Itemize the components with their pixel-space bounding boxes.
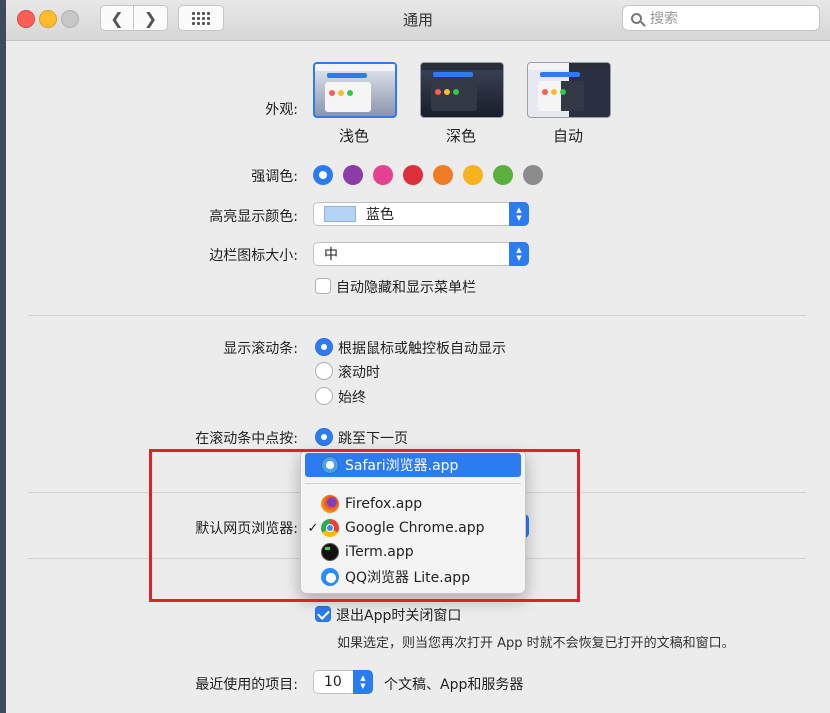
search-field[interactable]: 搜索 (622, 5, 820, 31)
preferences-window: ❮ ❯ 通用 搜索 外观: 浅色 深色 自动 强调色: 高亮显示颜色: 蓝色 ▲… (6, 0, 830, 713)
recent-items-value: 10 (324, 674, 342, 690)
scrollbars-always-label: 始终 (338, 390, 366, 406)
jump-next-page-label: 跳至下一页 (338, 431, 408, 447)
popup-arrows-icon: ▲ ▼ (509, 202, 529, 226)
firefox-icon (321, 495, 339, 513)
menu-item-label: Firefox.app (345, 496, 423, 512)
appearance-light-label: 浅色 (339, 127, 370, 145)
safari-icon (321, 456, 339, 474)
popup-arrows-icon: ▲ ▼ (509, 242, 529, 266)
menu-item-label: QQ浏览器 Lite.app (345, 570, 471, 586)
recent-items-label: 最近使用的项目: (195, 677, 298, 693)
close-windows-description: 如果选定，则当您再次打开 App 时就不会恢复已打开的文稿和窗口。 (337, 636, 735, 651)
menubar-autohide-label: 自动隐藏和显示菜单栏 (336, 280, 476, 296)
divider (28, 315, 806, 316)
iterm-icon (321, 543, 339, 561)
appearance-dark-option[interactable] (420, 62, 504, 118)
recent-items-popup[interactable]: 10 ▲ ▼ (313, 670, 373, 694)
click-scrollbar-label: 在滚动条中点按: (195, 431, 298, 447)
menubar-autohide-checkbox[interactable] (315, 278, 331, 294)
chrome-icon (321, 519, 339, 537)
scrollbars-scrolling-label: 滚动时 (338, 365, 380, 381)
sidebar-icon-size-label: 边栏图标大小: (209, 248, 298, 264)
recent-items-suffix: 个文稿、App和服务器 (384, 677, 524, 693)
highlight-color-popup[interactable]: 蓝色 ▲ ▼ (313, 202, 529, 226)
accent-color-swatch[interactable] (523, 165, 543, 185)
menu-item-safari[interactable]: Safari浏览器.app (305, 453, 521, 477)
title-bar: ❮ ❯ 通用 搜索 (6, 0, 830, 41)
appearance-dark-label: 深色 (446, 127, 477, 145)
menu-item-iterm[interactable]: iTerm.app (305, 540, 521, 564)
highlight-color-label: 高亮显示颜色: (209, 209, 298, 225)
scrollbars-auto-radio[interactable] (315, 338, 333, 356)
search-placeholder: 搜索 (650, 11, 678, 27)
popup-arrows-icon: ▲ ▼ (353, 670, 373, 694)
highlight-swatch (324, 206, 356, 222)
appearance-light-option[interactable] (313, 62, 397, 118)
accent-color-swatch[interactable] (403, 165, 423, 185)
show-scrollbars-label: 显示滚动条: (223, 341, 298, 357)
appearance-auto-label: 自动 (553, 127, 584, 145)
menu-separator (305, 483, 521, 484)
accent-color-swatch[interactable] (463, 165, 483, 185)
default-browser-menu: Safari浏览器.app Firefox.app ✓ Google Chrom… (300, 450, 526, 594)
menu-item-label: Google Chrome.app (345, 520, 485, 536)
menu-item-firefox[interactable]: Firefox.app (305, 492, 521, 516)
close-windows-checkbox[interactable] (315, 606, 331, 622)
menu-item-label: iTerm.app (345, 544, 414, 560)
accent-color-swatch[interactable] (313, 165, 333, 185)
menu-item-qq-browser[interactable]: QQ浏览器 Lite.app (305, 565, 521, 589)
default-browser-label: 默认网页浏览器: (195, 521, 298, 537)
close-windows-label: 退出App时关闭窗口 (336, 608, 462, 624)
appearance-auto-option[interactable] (527, 62, 611, 118)
menu-item-chrome[interactable]: ✓ Google Chrome.app (305, 516, 521, 540)
accent-color-swatch[interactable] (343, 165, 363, 185)
qq-browser-icon (321, 568, 339, 586)
sidebar-icon-size-value: 中 (324, 247, 338, 263)
accent-color-swatch[interactable] (493, 165, 513, 185)
scrollbars-always-radio[interactable] (315, 387, 333, 405)
appearance-label: 外观: (265, 102, 298, 118)
checkmark-icon: ✓ (307, 520, 319, 536)
menu-item-label: Safari浏览器.app (345, 458, 459, 474)
accent-color-label: 强调色: (251, 169, 298, 185)
search-icon (631, 12, 642, 24)
scrollbars-auto-label: 根据鼠标或触控板自动显示 (338, 341, 506, 357)
accent-color-swatch[interactable] (433, 165, 453, 185)
jump-next-page-radio[interactable] (315, 428, 333, 446)
accent-color-swatch[interactable] (373, 165, 393, 185)
sidebar-icon-size-popup[interactable]: 中 ▲ ▼ (313, 242, 529, 266)
scrollbars-scrolling-radio[interactable] (315, 362, 333, 380)
highlight-color-value: 蓝色 (366, 207, 394, 223)
